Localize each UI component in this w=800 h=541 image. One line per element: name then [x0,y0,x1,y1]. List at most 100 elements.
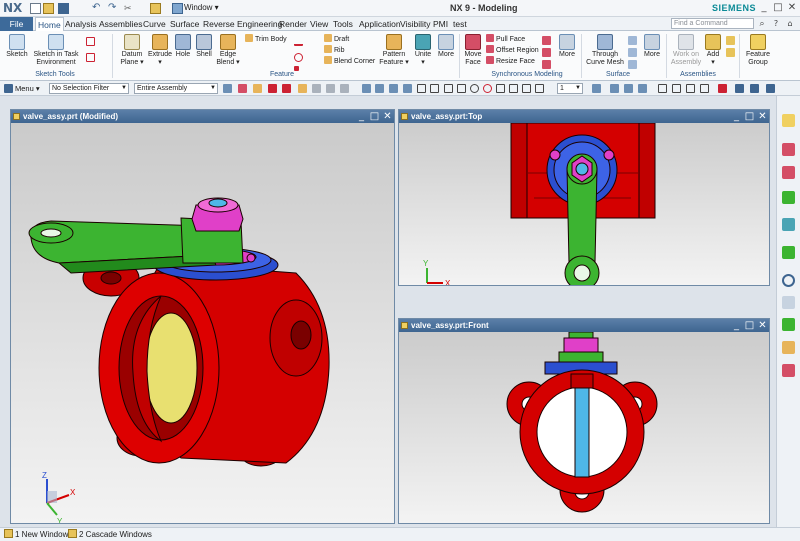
snap-point-icon[interactable] [417,84,426,93]
edge-blend-button[interactable]: Edge Blend ▾ [215,34,241,67]
through-curve-mesh-button[interactable]: Through Curve Mesh [584,34,626,67]
rectangle-icon[interactable] [86,53,95,62]
tab-surface[interactable]: Surface [168,17,201,31]
view-tool-icon[interactable] [638,84,647,93]
sync-tool-icon[interactable] [542,36,551,45]
select-icon[interactable] [326,84,335,93]
select-icon[interactable] [340,84,349,93]
reuse-library-icon[interactable] [782,191,795,204]
curve-icon[interactable] [86,37,95,46]
viewport-maximize-button[interactable]: □ [744,319,755,332]
view-tool-icon[interactable] [750,84,759,93]
cut-icon[interactable]: ✂ [124,3,135,14]
arc-icon[interactable] [294,53,303,62]
select-icon[interactable] [238,84,247,93]
view-tool-icon[interactable] [735,84,744,93]
offset-region-button[interactable]: Offset Region [486,45,539,55]
add-component-button[interactable]: Add ▾ [704,34,722,67]
view-tool-icon[interactable] [686,84,695,93]
view-tool-icon[interactable] [592,84,601,93]
viewport-front[interactable]: valve_assy.prt:Front _ □ ✕ [398,318,770,524]
close-button[interactable]: ✕ [786,2,798,14]
sync-more-button[interactable]: More [556,34,578,59]
shell-button[interactable]: Shell [194,34,214,59]
selection-filter-dropdown[interactable]: No Selection Filter ▼ [49,83,129,94]
surface-more-button[interactable]: More [641,34,663,59]
tab-curve[interactable]: Curve [141,17,168,31]
select-icon[interactable] [298,84,307,93]
unite-button[interactable]: Unite ▾ [411,34,435,67]
viewport-top[interactable]: valve_assy.prt:Top _ □ ✕ Y X [398,109,770,286]
window-icon[interactable] [172,3,183,14]
sketch-button[interactable]: Sketch [4,34,30,59]
viewport-close-button[interactable]: ✕ [757,319,768,332]
minimize-button[interactable]: _ [758,2,770,14]
snap-point-icon[interactable] [535,84,544,93]
sync-tool-icon[interactable] [542,60,551,69]
new-window-item[interactable]: 1 New Window [4,528,68,541]
view-tool-icon[interactable] [700,84,709,93]
paste-icon[interactable] [150,3,161,14]
snap-point-icon[interactable] [522,84,531,93]
hd3d-tools-icon[interactable] [782,218,795,231]
cascade-windows-item[interactable]: 2 Cascade Windows [68,528,152,541]
view-tool-icon[interactable] [610,84,619,93]
tab-pmi[interactable]: PMI [431,17,450,31]
select-icon[interactable] [403,84,412,93]
open-folder-icon[interactable] [43,3,54,14]
snap-point-icon[interactable] [509,84,518,93]
hole-button[interactable]: Hole [173,34,193,59]
selection-scope-dropdown[interactable]: Entire Assembly ▼ [134,83,218,94]
select-icon[interactable] [312,84,321,93]
undo-icon[interactable]: ↶ [92,3,103,14]
blend-corner-button[interactable]: Blend Corner [324,56,375,66]
save-icon[interactable] [58,3,69,14]
constraint-navigator-icon[interactable] [782,166,795,179]
viewport-minimize-button[interactable]: _ [731,319,742,332]
surface-tool-icon[interactable] [628,48,637,57]
system-scenes-icon[interactable] [782,364,795,377]
number-dropdown[interactable]: 1 ▼ [557,83,583,94]
menu-icon[interactable] [4,84,13,93]
tab-assemblies[interactable]: Assemblies [97,17,144,31]
move-face-button[interactable]: Move Face [462,34,484,67]
view-tool-icon[interactable] [718,84,727,93]
file-tab[interactable]: File [0,17,33,31]
tab-test[interactable]: test [451,17,469,31]
help-icon[interactable]: ? [770,18,782,30]
tab-reverse-engineering[interactable]: Reverse Engineering [201,17,284,31]
assembly-tool-icon[interactable] [726,48,735,57]
viewport-close-button[interactable]: ✕ [757,110,768,123]
process-studio-icon[interactable] [782,318,795,331]
select-icon[interactable] [389,84,398,93]
new-file-icon[interactable] [30,3,41,14]
resize-face-button[interactable]: Resize Face [486,56,535,66]
rib-button[interactable]: Rib [324,45,345,55]
web-browser-icon[interactable] [782,246,795,259]
roles-icon[interactable] [782,341,795,354]
maximize-button[interactable]: □ [772,2,784,14]
select-icon[interactable] [362,84,371,93]
work-on-assembly-button[interactable]: Work on Assembly [668,34,704,67]
viewport-isometric[interactable]: valve_assy.prt (Modified) _ □ ✕ Z X Y [10,109,395,524]
draft-button[interactable]: Draft [324,34,349,44]
history-icon[interactable] [782,274,795,287]
pull-face-button[interactable]: Pull Face [486,34,525,44]
snap-point-icon[interactable] [483,84,492,93]
tab-visibility[interactable]: Visibility [398,17,433,31]
assembly-tool-icon[interactable] [726,36,735,45]
viewport-maximize-button[interactable]: □ [744,110,755,123]
view-tool-icon[interactable] [624,84,633,93]
view-tool-icon[interactable] [766,84,775,93]
system-materials-icon[interactable] [782,296,795,309]
sketch-in-task-button[interactable]: Sketch in Task Environment [32,34,80,67]
pattern-feature-button[interactable]: Pattern Feature ▾ [378,34,410,67]
snap-point-icon[interactable] [470,84,479,93]
viewport-maximize-button[interactable]: □ [369,110,380,123]
select-icon[interactable] [253,84,262,93]
redo-icon[interactable]: ↷ [108,3,119,14]
select-icon[interactable] [282,84,291,93]
trim-body-button[interactable]: Trim Body [245,34,287,44]
assembly-navigator-icon[interactable] [782,143,795,156]
snap-point-icon[interactable] [457,84,466,93]
